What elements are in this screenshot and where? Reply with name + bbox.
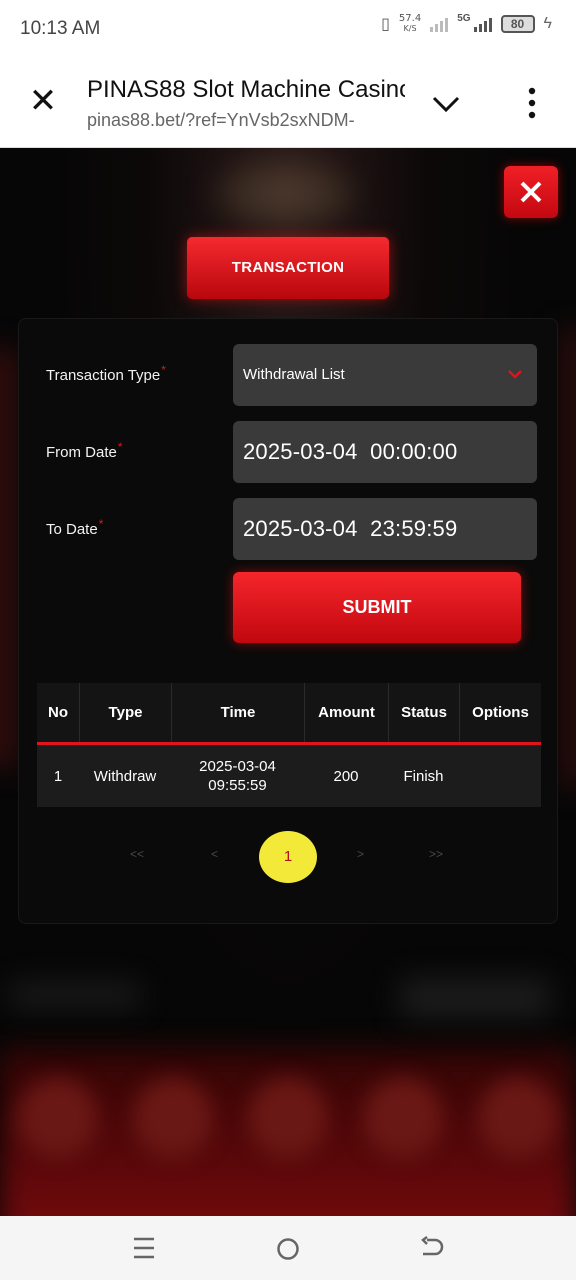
header-options: Options [459,683,541,742]
back-icon[interactable] [419,1236,445,1260]
system-nav-bar [0,1216,576,1280]
net-speed: 57.4 K/S [399,14,421,34]
table-header: No Type Time Amount Status Options [37,683,541,745]
chevron-down-icon [508,370,522,379]
transaction-title: TRANSACTION [187,237,389,299]
page-content: TRANSACTION Transaction Type* Withdrawal… [0,148,576,1216]
battery-icon: 80 [500,15,535,33]
transaction-table: No Type Time Amount Status Options 1 Wit… [37,683,541,807]
cell-status: Finish [403,767,444,785]
pagination: << < 1 > >> [19,831,559,885]
required-mark: * [161,363,166,377]
cell-amount: 200 [333,767,359,785]
to-date-label: To Date* [46,517,103,538]
transaction-type-label-text: Transaction Type [46,367,161,384]
current-page-button[interactable]: 1 [259,831,317,883]
background-decor [556,328,576,788]
header-no: No [48,704,68,721]
header-amount: Amount [304,683,388,742]
cell-time: 2025-03-04 09:55:59 [171,745,304,807]
transaction-type-value: Withdrawal List [243,366,345,383]
last-page-button[interactable]: >> [429,847,443,861]
table-row: 1 Withdraw 2025-03-04 09:55:59 200 Finish [37,745,541,807]
header-status: Status [388,683,459,742]
net-speed-unit: K/S [403,24,417,33]
recent-apps-icon[interactable] [132,1236,156,1260]
home-icon[interactable] [276,1237,300,1261]
submit-button[interactable]: SUBMIT [233,572,521,643]
next-page-button[interactable]: > [357,847,364,861]
cell-type: Withdraw [93,767,157,785]
network-type: 5G [457,12,471,24]
modal-close-button[interactable] [504,166,558,218]
signal-strong-icon [473,16,492,32]
header-time: Time [171,683,304,742]
chevron-down-icon[interactable] [430,90,462,118]
to-date-value: 2025-03-04 23:59:59 [243,516,458,541]
prev-page-button[interactable]: < [211,847,218,861]
background-decor [10,983,140,1007]
vibrate-icon: ▯ [381,16,390,33]
more-vert-icon[interactable] [522,86,542,120]
net-speed-value: 57.4 [398,13,422,24]
first-page-button[interactable]: << [130,847,144,861]
status-time: 10:13 AM [20,18,101,39]
close-icon [520,181,542,203]
status-icons: ▯ 57.4 K/S 5G 80 ϟ [381,12,552,34]
from-date-label: From Date* [46,440,123,461]
to-date-input[interactable]: 2025-03-04 23:59:59 [233,498,537,560]
background-decor [0,348,20,768]
charging-icon: ϟ [543,15,552,32]
browser-bar: ✕ PINAS88 Slot Machine Casino pinas88.be… [0,58,576,148]
transaction-type-select[interactable]: Withdrawal List [233,344,537,406]
required-mark: * [117,440,123,454]
header-type: Type [79,683,171,742]
cell-options [459,745,541,807]
signal-icon [430,16,449,32]
background-decor [400,978,550,1018]
from-date-value: 2025-03-04 00:00:00 [243,439,458,464]
close-tab-icon[interactable]: ✕ [28,84,58,118]
status-bar: 10:13 AM ▯ 57.4 K/S 5G 80 ϟ [0,0,576,58]
cell-time-date: 2025-03-04 [199,758,276,775]
cell-time-clock: 09:55:59 [208,777,267,794]
page-title: PINAS88 Slot Machine Casino [87,76,405,103]
transaction-type-label: Transaction Type* [46,363,166,384]
background-emblem [215,158,355,228]
transaction-panel: Transaction Type* Withdrawal List From D… [18,318,558,924]
background-game-icons [0,1078,576,1178]
cell-no: 1 [53,767,63,785]
from-date-input[interactable]: 2025-03-04 00:00:00 [233,421,537,483]
from-date-label-text: From Date [46,444,117,461]
required-mark: * [98,517,104,531]
page-url[interactable]: pinas88.bet/?ref=YnVsb2sxNDM- [87,110,405,131]
to-date-label-text: To Date [46,521,98,538]
